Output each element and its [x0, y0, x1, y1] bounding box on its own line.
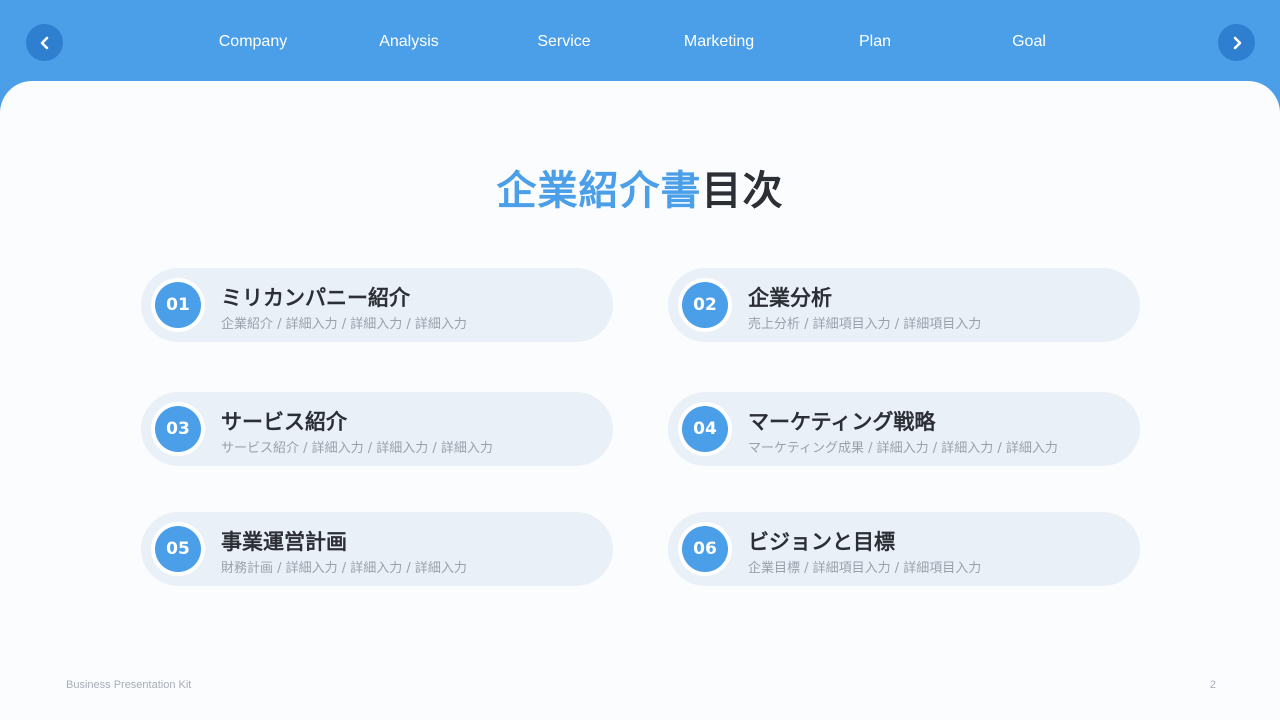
- toc-item-title: マーケティング戦略: [748, 410, 936, 434]
- toc-item-title: サービス紹介: [221, 410, 347, 434]
- number-badge: 03: [151, 402, 205, 456]
- toc-item-subtitle: 企業紹介 / 詳細入力 / 詳細入力 / 詳細入力: [221, 317, 467, 332]
- chevron-right-icon: [1233, 36, 1241, 49]
- tab-marketing[interactable]: Marketing: [644, 33, 794, 51]
- toc-item-title: 企業分析: [748, 286, 832, 310]
- tab-plan[interactable]: Plan: [800, 33, 950, 51]
- toc-item-title: 事業運営計画: [221, 530, 347, 554]
- number-badge-label: 03: [155, 406, 201, 452]
- page-number: 2: [1209, 679, 1216, 691]
- toc-item-02[interactable]: 02 企業分析 売上分析 / 詳細項目入力 / 詳細項目入力: [668, 268, 1140, 342]
- number-badge: 02: [678, 278, 732, 332]
- toc-item-subtitle: 売上分析 / 詳細項目入力 / 詳細項目入力: [748, 317, 982, 332]
- tab-analysis[interactable]: Analysis: [334, 33, 484, 51]
- toc-item-title: ミリカンパニー紹介: [221, 286, 410, 310]
- toc-item-01[interactable]: 01 ミリカンパニー紹介 企業紹介 / 詳細入力 / 詳細入力 / 詳細入力: [141, 268, 613, 342]
- number-badge-label: 06: [682, 526, 728, 572]
- section-tabs: Company Analysis Service Marketing Plan …: [0, 0, 1280, 86]
- toc-item-05[interactable]: 05 事業運営計画 財務計画 / 詳細入力 / 詳細入力 / 詳細入力: [141, 512, 613, 586]
- tab-service[interactable]: Service: [489, 33, 639, 51]
- toc-item-title: ビジョンと目標: [748, 530, 895, 554]
- number-badge-label: 01: [155, 282, 201, 328]
- toc-item-subtitle: 企業目標 / 詳細項目入力 / 詳細項目入力: [748, 561, 982, 576]
- tab-goal[interactable]: Goal: [954, 33, 1104, 51]
- top-navigation-bar: Company Analysis Service Marketing Plan …: [0, 0, 1280, 86]
- number-badge: 06: [678, 522, 732, 576]
- toc-item-06[interactable]: 06 ビジョンと目標 企業目標 / 詳細項目入力 / 詳細項目入力: [668, 512, 1140, 586]
- number-badge: 05: [151, 522, 205, 576]
- toc-item-03[interactable]: 03 サービス紹介 サービス紹介 / 詳細入力 / 詳細入力 / 詳細入力: [141, 392, 613, 466]
- number-badge: 01: [151, 278, 205, 332]
- number-badge: 04: [678, 402, 732, 456]
- toc-item-subtitle: マーケティング成果 / 詳細入力 / 詳細入力 / 詳細入力: [748, 441, 1058, 456]
- number-badge-label: 05: [155, 526, 201, 572]
- next-slide-button[interactable]: [1218, 24, 1255, 61]
- page-title: 企業紹介書目次: [0, 158, 1280, 216]
- tab-company[interactable]: Company: [178, 33, 328, 51]
- toc-item-subtitle: 財務計画 / 詳細入力 / 詳細入力 / 詳細入力: [221, 561, 467, 576]
- toc-item-subtitle: サービス紹介 / 詳細入力 / 詳細入力 / 詳細入力: [221, 441, 493, 456]
- footer-brand: Business Presentation Kit: [66, 679, 192, 691]
- toc-item-04[interactable]: 04 マーケティング戦略 マーケティング成果 / 詳細入力 / 詳細入力 / 詳…: [668, 392, 1140, 466]
- page-title-accent: 企業紹介書: [496, 168, 702, 214]
- page-title-rest: 目次: [701, 168, 784, 214]
- number-badge-label: 02: [682, 282, 728, 328]
- number-badge-label: 04: [682, 406, 728, 452]
